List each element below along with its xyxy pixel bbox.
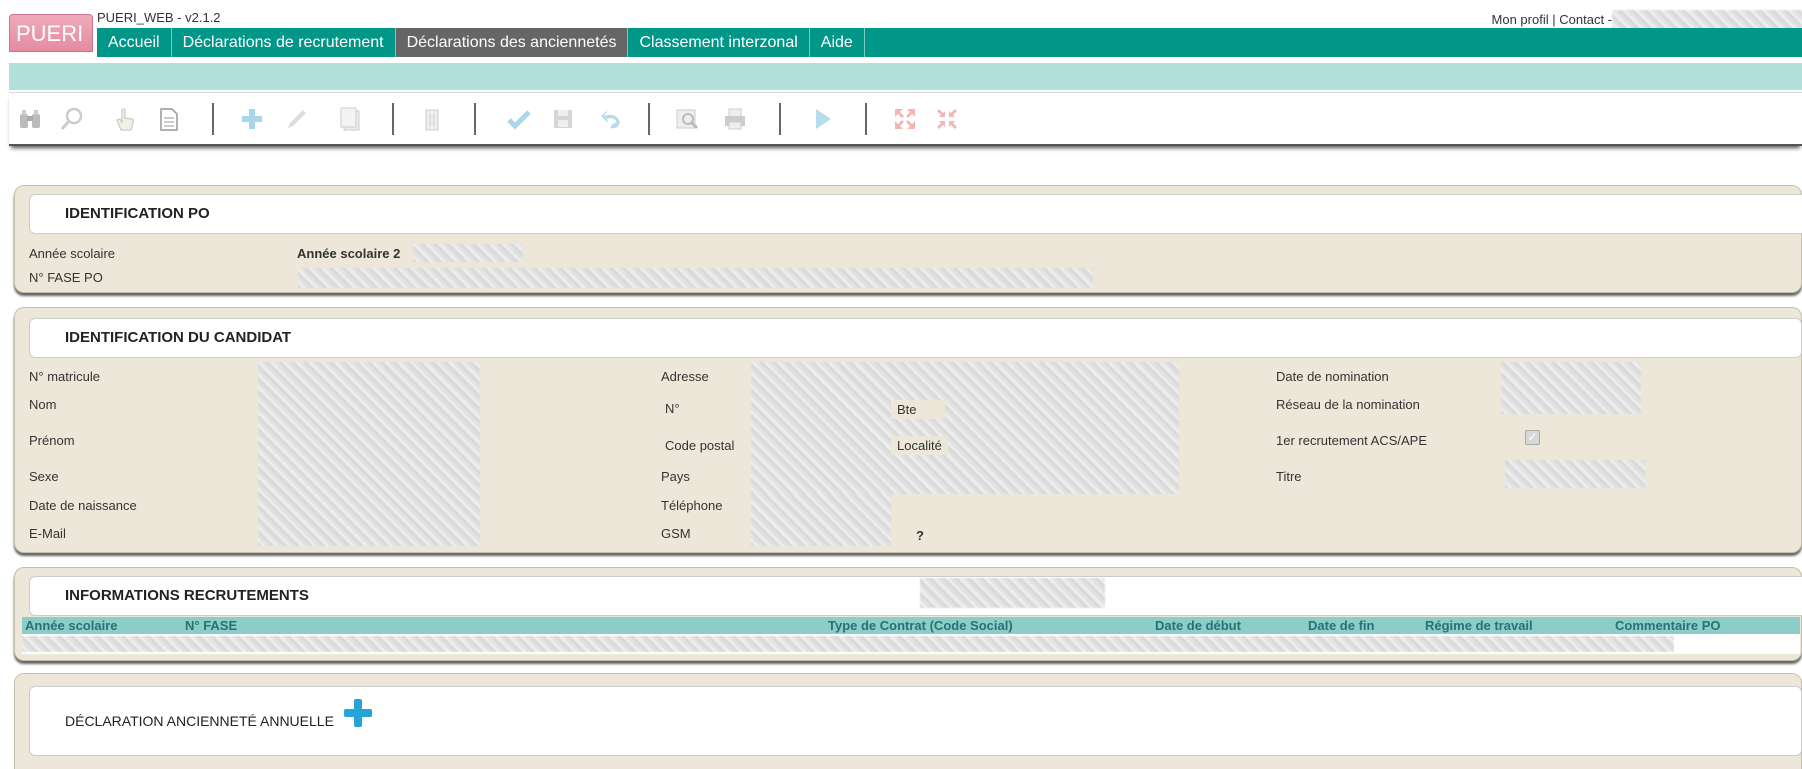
annee-scolaire-label: Année scolaire [29, 246, 115, 261]
header-separator: | [1552, 12, 1556, 27]
plus-icon [344, 699, 372, 727]
prenom-label: Prénom [29, 433, 75, 448]
print-preview-icon[interactable] [674, 106, 700, 132]
app-version: PUERI_WEB - v2.1.2 [97, 10, 221, 25]
section-title-identification-po: IDENTIFICATION PO [29, 194, 1802, 234]
my-profile-link[interactable]: Mon profil [1492, 12, 1549, 27]
matricule-label: N° matricule [29, 369, 100, 384]
pays-label: Pays [661, 469, 690, 484]
gsm-label: GSM [661, 526, 691, 541]
delete-icon[interactable] [419, 106, 445, 132]
gsm-unknown-mark: ? [916, 528, 924, 543]
hand-icon[interactable] [112, 106, 138, 132]
nav-aide[interactable]: Aide [810, 28, 865, 57]
numero-label: N° [665, 401, 680, 416]
toolbar-separator [212, 103, 214, 135]
col-date-fin[interactable]: Date de fin [1308, 618, 1374, 633]
section-title-identification-candidat: IDENTIFICATION DU CANDIDAT [29, 318, 1802, 358]
date-naissance-label: Date de naissance [29, 498, 137, 513]
print-icon[interactable] [722, 106, 748, 132]
table-row[interactable] [22, 634, 1800, 654]
bte-label: Bte [891, 400, 945, 419]
binoculars-icon[interactable] [17, 106, 43, 132]
pencil-icon[interactable] [284, 106, 310, 132]
col-regime-travail[interactable]: Régime de travail [1425, 618, 1533, 633]
premier-recrutement-checkbox[interactable]: ✓ [1525, 430, 1540, 445]
sexe-label: Sexe [29, 469, 59, 484]
plus-icon[interactable] [239, 106, 265, 132]
toolbar-separator [865, 103, 867, 135]
action-toolbar [9, 93, 1802, 146]
phone-redacted [751, 494, 891, 546]
nom-label: Nom [29, 397, 57, 412]
check-icon[interactable] [506, 106, 532, 132]
app-logo[interactable]: PUERI [9, 14, 93, 52]
col-commentaire-po[interactable]: Commentaire PO [1615, 618, 1720, 633]
toolbar-separator [474, 103, 476, 135]
adresse-label: Adresse [661, 369, 709, 384]
nav-classement-interzonal[interactable]: Classement interzonal [628, 28, 810, 57]
recrutements-table-header: Année scolaire N° FASE Type de Contrat (… [22, 617, 1800, 634]
toolbar-separator [392, 103, 394, 135]
premier-recrutement-label: 1er recrutement ACS/APE [1276, 433, 1428, 448]
document-icon[interactable] [156, 106, 182, 132]
section-title-declaration-anciennete: DÉCLARATION ANCIENNETÉ ANNUELLE [29, 686, 1802, 756]
date-nomination-label: Date de nomination [1276, 369, 1389, 384]
titre-label: Titre [1276, 469, 1302, 484]
toolbar-separator [648, 103, 650, 135]
copy-icon[interactable] [337, 106, 363, 132]
titre-redacted [1505, 460, 1645, 488]
main-nav: Accueil Déclarations de recrutement Décl… [97, 28, 1802, 57]
panel-identification-po: IDENTIFICATION PO Année scolaire Année s… [14, 185, 1802, 293]
sub-nav-bar [9, 63, 1802, 90]
localite-label: Localité [891, 436, 948, 455]
add-declaration-button[interactable] [342, 697, 374, 729]
col-type-contrat[interactable]: Type de Contrat (Code Social) [828, 618, 1013, 633]
candidate-left-redacted [258, 362, 480, 546]
col-annee-scolaire[interactable]: Année scolaire [25, 618, 118, 633]
collapse-icon[interactable] [934, 106, 960, 132]
table-row-redacted [22, 636, 1674, 652]
undo-icon[interactable] [598, 106, 624, 132]
contact-redacted [1612, 10, 1802, 30]
nav-declarations-recrutement[interactable]: Déclarations de recrutement [172, 28, 396, 57]
nav-accueil[interactable]: Accueil [97, 28, 172, 57]
panel-declaration-anciennete: DÉCLARATION ANCIENNETÉ ANNUELLE [14, 673, 1802, 769]
col-numero-fase[interactable]: N° FASE [185, 618, 237, 633]
fase-po-redacted [298, 268, 1093, 288]
email-label: E-Mail [29, 526, 66, 541]
reseau-nomination-label: Réseau de la nomination [1276, 397, 1420, 412]
telephone-label: Téléphone [661, 498, 723, 513]
annee-scolaire-redacted [413, 244, 523, 262]
annee-scolaire-value: Année scolaire 2 [297, 246, 401, 261]
section-title-informations-recrutements: INFORMATIONS RECRUTEMENTS [29, 576, 1802, 616]
play-icon[interactable] [809, 106, 835, 132]
zoom-icon[interactable] [59, 106, 85, 132]
toolbar-separator [779, 103, 781, 135]
save-icon[interactable] [550, 106, 576, 132]
address-redacted [751, 362, 1179, 494]
code-postal-label: Code postal [665, 438, 735, 453]
fase-po-label: N° FASE PO [29, 270, 103, 285]
nomination-redacted [1501, 362, 1641, 414]
col-date-debut[interactable]: Date de début [1155, 618, 1241, 633]
user-menu: Mon profil | Contact - [1492, 12, 1612, 27]
recrutement-title-redacted [920, 578, 1105, 608]
nav-declarations-anciennetes[interactable]: Déclarations des anciennetés [395, 28, 629, 57]
contact-link[interactable]: Contact - [1559, 12, 1612, 27]
expand-icon[interactable] [892, 106, 918, 132]
